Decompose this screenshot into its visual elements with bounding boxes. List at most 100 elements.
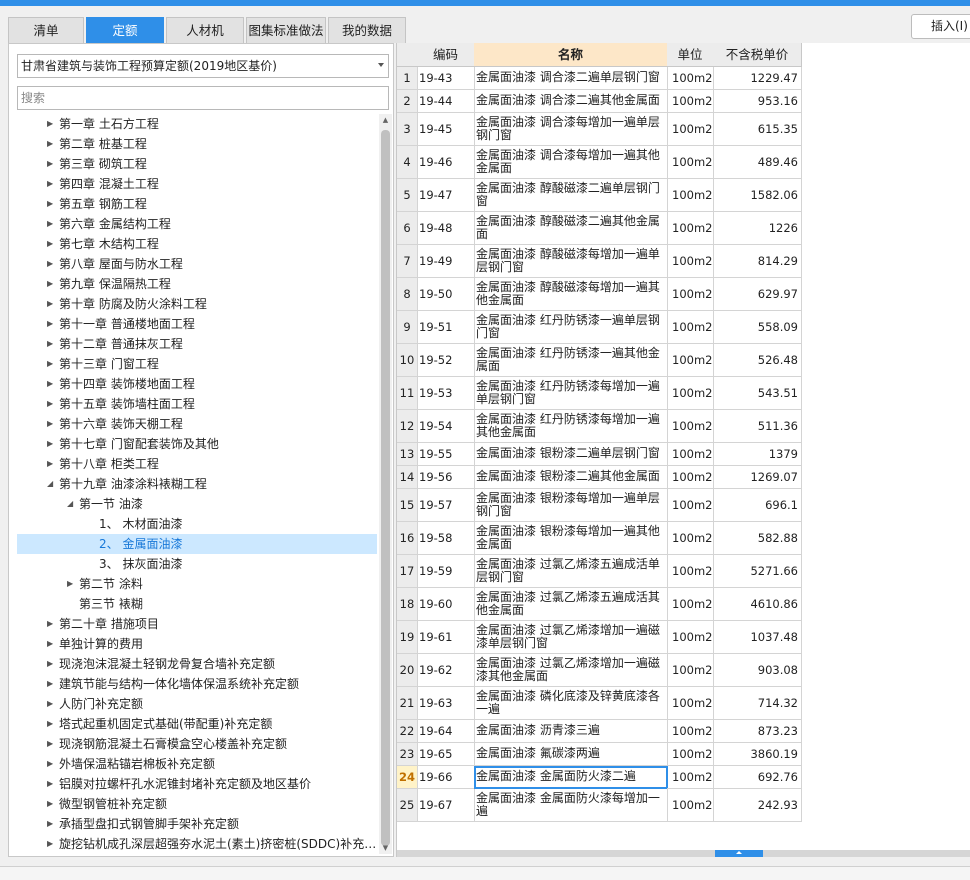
tree-item-selected[interactable]: 2、 金属面油漆 [17,534,377,554]
tree-item[interactable]: ▶ 第十六章 装饰天棚工程 [17,414,377,434]
table-row[interactable]: 6 19-48 金属面油漆 醇酸磁漆二遍其他金属面 100m2 1226 [397,212,802,245]
tree-expand-icon[interactable]: ▶ [47,754,57,774]
col-header-unit[interactable]: 单位 [667,43,714,67]
cell-unit[interactable]: 100m2 [667,113,714,146]
cell-name[interactable]: 金属面油漆 过氯乙烯漆增加一遍磁漆其他金属面 [474,654,668,687]
tree-item[interactable]: ▶ 第三章 砌筑工程 [17,154,377,174]
tree-item[interactable]: ▶ 第十二章 普通抹灰工程 [17,334,377,354]
cell-code[interactable]: 19-53 [417,377,475,410]
cell-price[interactable]: 1269.07 [713,466,802,489]
tree-expand-icon[interactable]: ▶ [47,234,57,254]
table-row[interactable]: 23 19-65 金属面油漆 氟碳漆两遍 100m2 3860.19 [397,743,802,766]
tree-item[interactable]: ▶ 第十章 防腐及防火涂料工程 [17,294,377,314]
tree-item[interactable]: ▶ 第一章 土石方工程 [17,114,377,134]
table-row[interactable]: 13 19-55 金属面油漆 银粉漆二遍单层钢门窗 100m2 1379 [397,443,802,466]
table-row[interactable]: 22 19-64 金属面油漆 沥青漆三遍 100m2 873.23 [397,720,802,743]
row-index[interactable]: 24 [397,766,418,789]
tree-item[interactable]: ▶ 塔式起重机固定式基础(带配重)补充定额 [17,714,377,734]
tree-scrollbar[interactable]: ▲ ▼ [379,114,392,854]
scroll-thumb[interactable] [381,130,390,846]
insert-button[interactable]: 插入(I) [911,14,970,39]
cell-code[interactable]: 19-60 [417,588,475,621]
row-index[interactable]: 1 [397,67,418,90]
tree-expand-icon[interactable]: ▶ [67,574,77,594]
row-index[interactable]: 12 [397,410,418,443]
cell-code[interactable]: 19-54 [417,410,475,443]
tree-item[interactable]: ▶ 现浇钢筋混凝土石膏模盒空心楼盖补充定额 [17,734,377,754]
cell-unit[interactable]: 100m2 [667,489,714,522]
cell-unit[interactable]: 100m2 [667,789,714,822]
cell-price[interactable]: 489.46 [713,146,802,179]
row-index[interactable]: 2 [397,90,418,113]
cell-name[interactable]: 金属面油漆 沥青漆三遍 [474,720,668,743]
tree-expand-icon[interactable]: ▶ [47,674,57,694]
col-header-name[interactable]: 名称 [474,43,668,67]
row-index[interactable]: 21 [397,687,418,720]
cell-unit[interactable]: 100m2 [667,179,714,212]
tree-expand-icon[interactable]: ▶ [47,254,57,274]
cell-code[interactable]: 19-45 [417,113,475,146]
cell-name[interactable]: 金属面油漆 调合漆每增加一遍单层钢门窗 [474,113,668,146]
cell-unit[interactable]: 100m2 [667,522,714,555]
cell-code[interactable]: 19-44 [417,90,475,113]
cell-price[interactable]: 242.93 [713,789,802,822]
cell-unit[interactable]: 100m2 [667,654,714,687]
tree-item[interactable]: ▶ 第十八章 柜类工程 [17,454,377,474]
cell-code[interactable]: 19-47 [417,179,475,212]
col-header-code[interactable]: 编码 [417,43,475,67]
cell-price[interactable]: 1582.06 [713,179,802,212]
cell-unit[interactable]: 100m2 [667,278,714,311]
tree-collapse-icon[interactable]: ◢ [67,494,77,514]
tree-item[interactable]: 第三节 裱糊 [17,594,377,614]
cell-price[interactable]: 903.08 [713,654,802,687]
scroll-down-icon[interactable]: ▼ [379,842,392,854]
table-row[interactable]: 14 19-56 金属面油漆 银粉漆二遍其他金属面 100m2 1269.07 [397,466,802,489]
tree-item[interactable]: 3、 抹灰面油漆 [17,554,377,574]
cell-code[interactable]: 19-52 [417,344,475,377]
tree-expand-icon[interactable]: ▶ [47,454,57,474]
table-row[interactable]: 19 19-61 金属面油漆 过氯乙烯漆增加一遍磁漆单层钢门窗 100m2 1037.4… [397,621,802,654]
cell-code[interactable]: 19-46 [417,146,475,179]
tree-item[interactable]: ▶ 第四章 混凝土工程 [17,174,377,194]
cell-price[interactable]: 543.51 [713,377,802,410]
cell-name[interactable]: 金属面油漆 银粉漆每增加一遍单层钢门窗 [474,489,668,522]
cell-code[interactable]: 19-58 [417,522,475,555]
cell-price[interactable]: 526.48 [713,344,802,377]
row-index[interactable]: 7 [397,245,418,278]
tree-expand-icon[interactable]: ▶ [47,834,57,854]
cell-name[interactable]: 金属面油漆 金属面防火漆每增加一遍 [474,789,668,822]
cell-code[interactable]: 19-51 [417,311,475,344]
tree-item[interactable]: ▶ 承插型盘扣式钢管脚手架补充定额 [17,814,377,834]
table-row[interactable]: 15 19-57 金属面油漆 银粉漆每增加一遍单层钢门窗 100m2 696.1 [397,489,802,522]
tree-collapse-icon[interactable]: ◢ [47,474,57,494]
tree-expand-icon[interactable]: ▶ [47,434,57,454]
cell-price[interactable]: 1229.47 [713,67,802,90]
cell-unit[interactable]: 100m2 [667,344,714,377]
tree-item[interactable]: ▶ 第二十章 措施项目 [17,614,377,634]
tree-item[interactable]: ▶ 第八章 屋面与防水工程 [17,254,377,274]
row-index[interactable]: 18 [397,588,418,621]
tree-expand-icon[interactable]: ▶ [47,134,57,154]
cell-code[interactable]: 19-62 [417,654,475,687]
cell-price[interactable]: 814.29 [713,245,802,278]
cell-name[interactable]: 金属面油漆 金属面防火漆二遍 [474,766,668,789]
cell-unit[interactable]: 100m2 [667,720,714,743]
cell-unit[interactable]: 100m2 [667,377,714,410]
row-index[interactable]: 5 [397,179,418,212]
cell-name[interactable]: 金属面油漆 红丹防锈漆每增加一遍单层钢门窗 [474,377,668,410]
cell-code[interactable]: 19-61 [417,621,475,654]
cell-price[interactable]: 629.97 [713,278,802,311]
tree-item[interactable]: ▶ 第二节 涂料 [17,574,377,594]
cell-unit[interactable]: 100m2 [667,146,714,179]
cell-price[interactable]: 615.35 [713,113,802,146]
tree-expand-icon[interactable]: ▶ [47,414,57,434]
tree-expand-icon[interactable]: ▶ [47,814,57,834]
cell-unit[interactable]: 100m2 [667,743,714,766]
cell-price[interactable]: 696.1 [713,489,802,522]
cell-unit[interactable]: 100m2 [667,67,714,90]
row-index[interactable]: 10 [397,344,418,377]
tree-item[interactable]: ▶ 单独计算的费用 [17,634,377,654]
tree-expand-icon[interactable]: ▶ [47,214,57,234]
cell-unit[interactable]: 100m2 [667,621,714,654]
tree-expand-icon[interactable]: ▶ [47,734,57,754]
